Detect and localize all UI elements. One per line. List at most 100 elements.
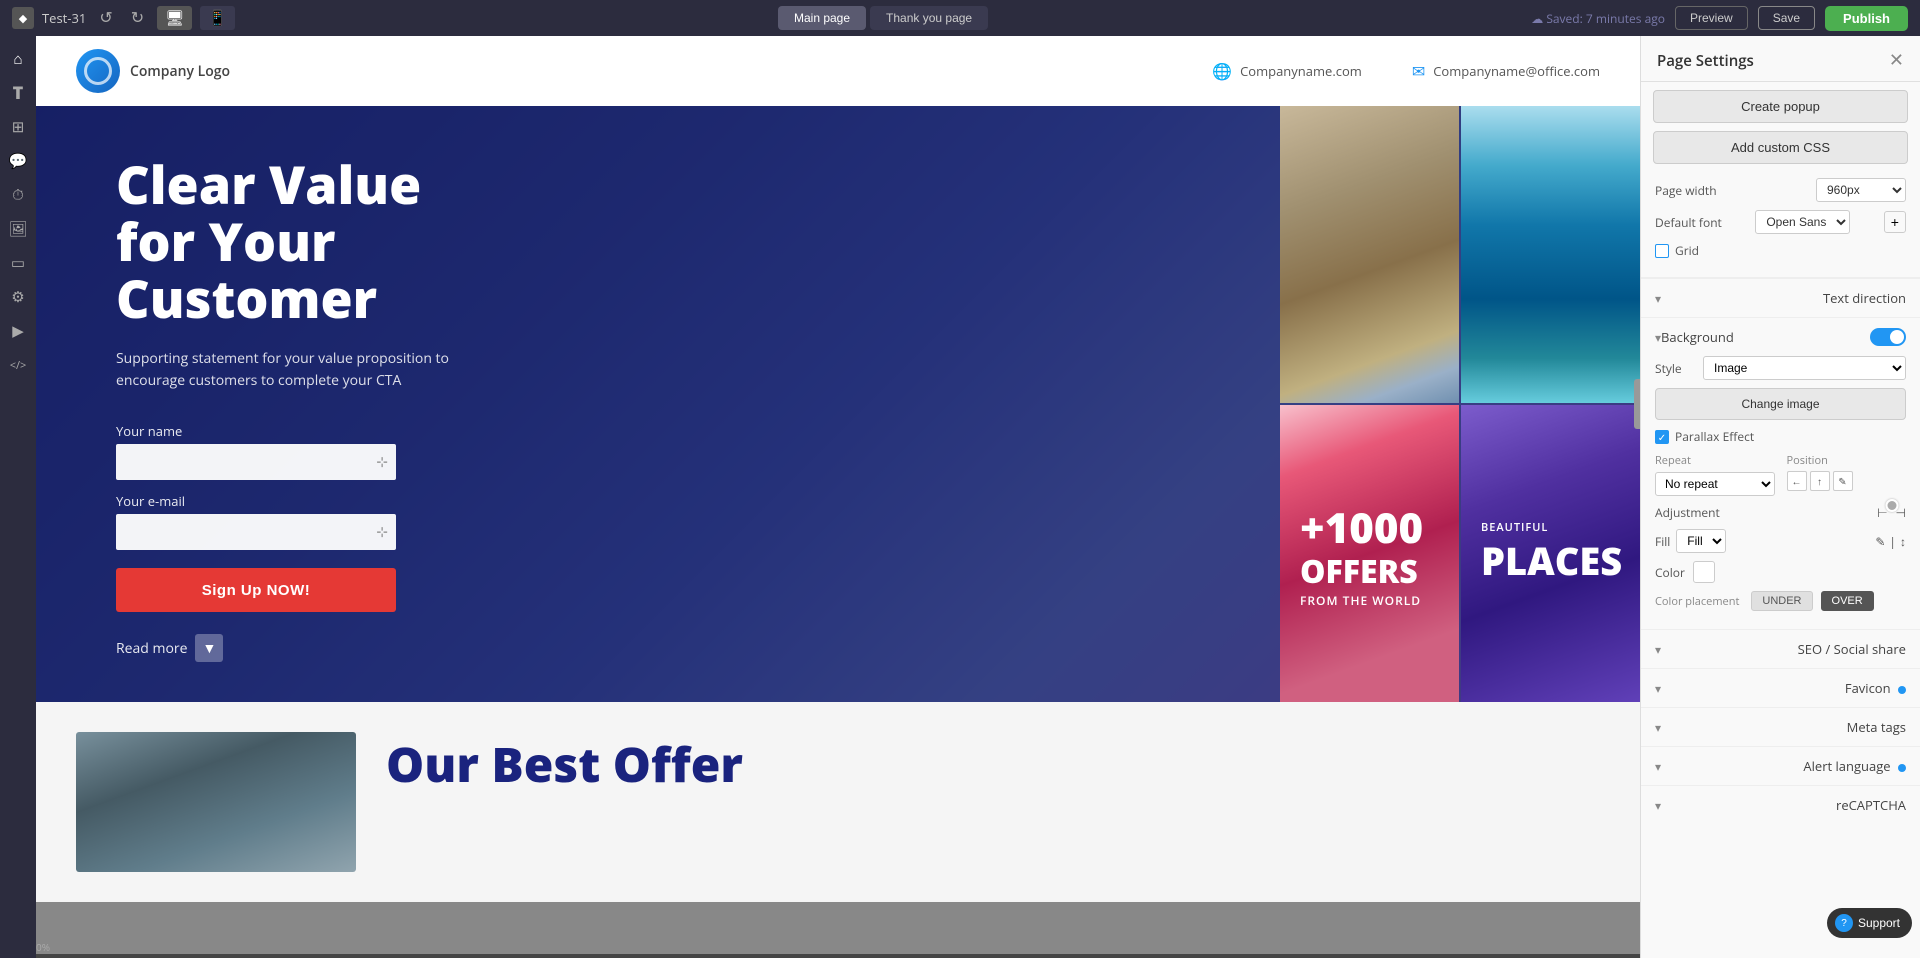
name-input[interactable] [116, 444, 396, 480]
change-image-button[interactable]: Change image [1655, 388, 1906, 420]
page-width-label: Page width [1655, 182, 1717, 199]
save-button[interactable]: Save [1758, 6, 1815, 30]
fill-align-icon[interactable]: ↕ [1900, 533, 1906, 550]
alert-language-header[interactable]: ▾ Alert language [1655, 747, 1906, 785]
add-font-button[interactable]: + [1884, 211, 1906, 233]
home-icon: ⌂ [13, 49, 22, 69]
pos-left-icon[interactable]: ← [1787, 471, 1807, 491]
background-toggle[interactable] [1870, 328, 1906, 346]
under-button[interactable]: UNDER [1751, 591, 1812, 611]
app-logo: ◆ [12, 7, 34, 29]
main-canvas-area: Company Logo 🌐 Companyname.com ✉ Company… [36, 36, 1640, 958]
recaptcha-chevron: ▾ [1655, 797, 1661, 814]
sidebar-item-image[interactable]: 🖼 [3, 214, 33, 244]
sidebar-item-elements[interactable]: ⊞ [3, 112, 33, 142]
name-input-wrapper: ⊹ [116, 444, 396, 480]
hero-subtitle: Supporting statement for your value prop… [116, 348, 456, 393]
pos-right-icon[interactable]: ✎ [1833, 471, 1853, 491]
add-custom-css-button[interactable]: Add custom CSS [1653, 131, 1908, 164]
fill-edit-icon[interactable]: ✎ [1875, 533, 1885, 550]
page-width-row: Page width 960px [1655, 178, 1906, 202]
recaptcha-section: ▾ reCAPTCHA [1641, 785, 1920, 824]
style-select[interactable]: Image [1703, 356, 1906, 380]
right-panel-header: Page Settings ✕ [1641, 36, 1920, 82]
repeat-col: Repeat No repeat [1655, 453, 1775, 496]
signup-button[interactable]: Sign Up NOW! [116, 568, 396, 612]
meta-tags-chevron: ▾ [1655, 719, 1661, 736]
hero-content: Clear Value for Your Customer Supporting… [36, 106, 1280, 702]
sidebar-item-video[interactable]: ▶ [3, 316, 33, 346]
sidebar-item-comments[interactable]: 💬 [3, 146, 33, 176]
favicon-section: ▾ Favicon [1641, 668, 1920, 707]
parallax-checkbox[interactable]: ✓ [1655, 430, 1669, 444]
color-swatch[interactable] [1693, 561, 1715, 583]
saved-indicator: ☁ Saved: 7 minutes ago [1531, 10, 1665, 27]
hero-section: Clear Value for Your Customer Supporting… [36, 106, 1640, 702]
tab-thank-you-page[interactable]: Thank you page [870, 6, 988, 30]
page-width-section: Page width 960px Default font Open Sans … [1641, 168, 1920, 278]
video-icon: ▶ [12, 321, 24, 341]
fill-select[interactable]: Fill [1676, 529, 1726, 553]
sidebar-item-section[interactable]: ▭ [3, 248, 33, 278]
sidebar-item-home[interactable]: ⌂ [3, 44, 33, 74]
page-header: Company Logo 🌐 Companyname.com ✉ Company… [36, 36, 1640, 106]
meta-tags-label: Meta tags [1847, 718, 1906, 736]
color-placement-row: Color placement UNDER OVER [1655, 591, 1906, 611]
sidebar-item-code[interactable]: </> [3, 350, 33, 380]
recaptcha-header[interactable]: ▾ reCAPTCHA [1655, 786, 1906, 824]
apps-icon: ⚙ [11, 287, 24, 307]
seo-social-section: ▾ SEO / Social share [1641, 629, 1920, 668]
alert-dot [1898, 764, 1906, 772]
sidebar-item-text[interactable]: T [3, 78, 33, 108]
name-form-group: Your name ⊹ [116, 422, 1240, 480]
favicon-dot [1898, 686, 1906, 694]
adjustment-label: Adjustment [1655, 504, 1720, 521]
seo-social-header[interactable]: ▾ SEO / Social share [1655, 630, 1906, 668]
text-direction-header[interactable]: ▾ Text direction [1655, 279, 1906, 317]
grid-cell-pisa [1280, 106, 1459, 403]
email-input-wrapper: ⊹ [116, 514, 396, 550]
favicon-header[interactable]: ▾ Favicon [1655, 669, 1906, 707]
publish-button[interactable]: Publish [1825, 6, 1908, 31]
repeat-select[interactable]: No repeat [1655, 472, 1775, 496]
email-input-icon: ⊹ [376, 523, 388, 542]
logo-circle [76, 49, 120, 93]
tab-main-page[interactable]: Main page [778, 6, 866, 30]
mobile-view-button[interactable]: 📱 [200, 6, 235, 30]
elements-icon: ⊞ [12, 117, 25, 137]
offers-overlay: +1000 OFFERS FROM THE WORLD [1280, 405, 1459, 702]
background-header[interactable]: ▾ Background [1655, 318, 1906, 356]
support-button[interactable]: ? Support [1827, 908, 1912, 938]
pos-center-icon[interactable]: ↑ [1810, 471, 1830, 491]
redo-button[interactable]: ↻ [126, 6, 149, 30]
company-website: Companyname.com [1240, 62, 1362, 80]
sidebar-item-apps[interactable]: ⚙ [3, 282, 33, 312]
over-button[interactable]: OVER [1821, 591, 1874, 611]
read-more-arrow[interactable]: ▼ [195, 634, 223, 662]
header-email: ✉ Companyname@office.com [1412, 60, 1600, 82]
email-input[interactable] [116, 514, 396, 550]
grid-checkbox[interactable] [1655, 244, 1669, 258]
alert-language-section: ▾ Alert language [1641, 746, 1920, 785]
places-big: PLACES [1481, 535, 1620, 587]
sidebar-item-timer[interactable]: ⏱ [3, 180, 33, 210]
create-popup-button[interactable]: Create popup [1653, 90, 1908, 123]
read-more-text[interactable]: Read more [116, 639, 187, 658]
preview-button[interactable]: Preview [1675, 6, 1748, 30]
desktop-view-button[interactable]: 🖥 [157, 6, 192, 30]
image-icon: 🖼 [8, 219, 27, 239]
toolbar-left: ◆ Test-31 ↺ ↻ 🖥 📱 [12, 6, 235, 30]
page-tabs: Main page Thank you page [245, 6, 1521, 30]
recaptcha-label: reCAPTCHA [1836, 796, 1906, 814]
read-more-row: Read more ▼ [116, 634, 1240, 662]
undo-button[interactable]: ↺ [94, 6, 117, 30]
right-panel: Page Settings ✕ Create popup Add custom … [1640, 36, 1920, 958]
page-width-select[interactable]: 960px [1816, 178, 1906, 202]
meta-tags-section: ▾ Meta tags [1641, 707, 1920, 746]
meta-tags-header[interactable]: ▾ Meta tags [1655, 708, 1906, 746]
position-col: Position ← ↑ ✎ [1787, 453, 1907, 491]
default-font-select[interactable]: Open Sans [1755, 210, 1850, 234]
panel-close-button[interactable]: ✕ [1889, 50, 1904, 71]
hero-title-line3: Customer [116, 263, 377, 334]
header-website: 🌐 Companyname.com [1212, 60, 1362, 82]
